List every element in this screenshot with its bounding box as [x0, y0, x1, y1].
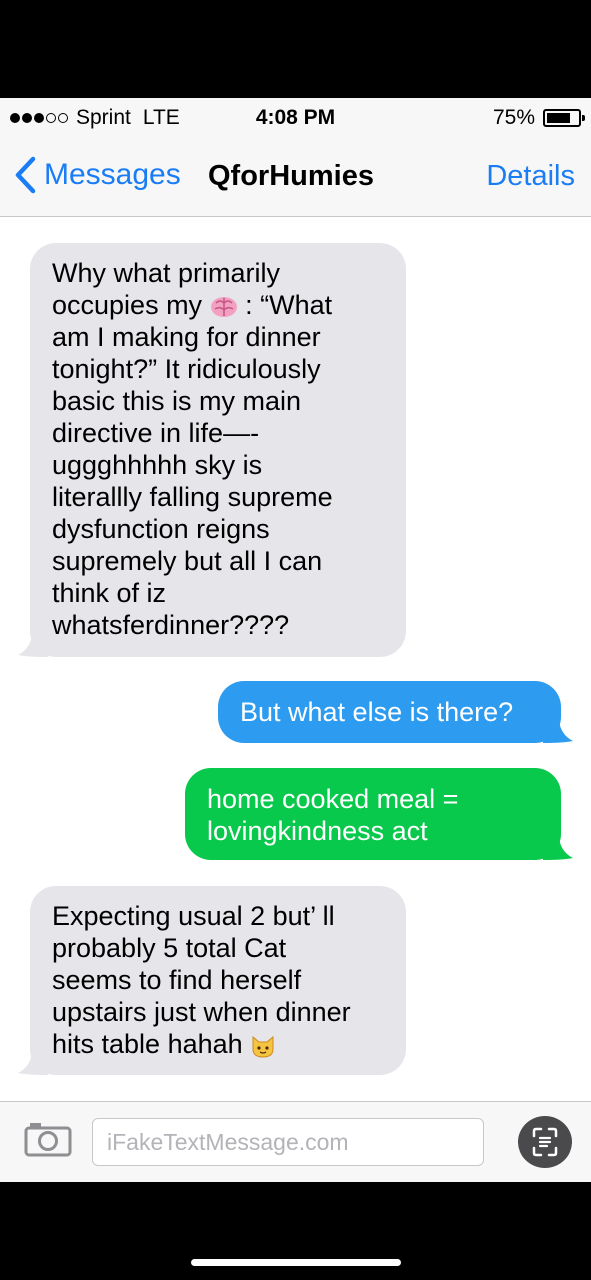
message-line: whatsferdinner????: [52, 610, 290, 640]
message-line: uggghhhhh sky is: [52, 450, 263, 480]
conversation-title: QforHumies: [208, 160, 374, 192]
status-bar: Sprint LTE 4:08 PM 75%: [0, 98, 591, 136]
phone-screen: Sprint LTE 4:08 PM 75% Messages QforHumi…: [0, 98, 591, 1182]
message-line: dysfunction reigns: [52, 514, 270, 544]
incoming-message[interactable]: Why what primarily occupies my : “What a…: [18, 243, 406, 657]
details-button[interactable]: Details: [486, 160, 575, 193]
message-line: am I making for dinner: [52, 322, 321, 352]
scan-text-button[interactable]: [518, 1116, 572, 1168]
input-placeholder: iFakeTextMessage.com: [107, 1129, 349, 1155]
message-line: Why what primarily: [52, 258, 281, 288]
bubble-tail: [18, 1053, 48, 1075]
message-line: upstairs just when dinner: [52, 997, 351, 1027]
message-line: think of iz: [52, 578, 167, 608]
brain-icon: [210, 296, 237, 317]
camera-icon[interactable]: [24, 1121, 72, 1157]
message-text: But what else is there?: [240, 697, 514, 727]
message-line: literallly falling supreme: [52, 482, 333, 512]
message-line: home cooked meal =: [207, 784, 459, 814]
message-line: tonight?” It ridiculously: [52, 354, 321, 384]
battery-info: 75%: [492, 106, 585, 130]
bubble-tail: [543, 721, 573, 743]
scan-text-icon: [532, 1127, 558, 1157]
message-line: basic this is my main: [52, 386, 302, 416]
top-black-bar: [0, 0, 591, 98]
battery-percent: 75%: [492, 106, 535, 129]
outgoing-imessage[interactable]: But what else is there?: [218, 681, 573, 743]
incoming-message[interactable]: Expecting usual 2 but’ ll probably 5 tot…: [18, 886, 406, 1075]
message-input-bar: iFakeTextMessage.com: [0, 1101, 591, 1182]
message-line: lovingkindness act: [207, 816, 428, 846]
bubble-tail: [543, 838, 573, 860]
bubble-tail: [18, 635, 48, 657]
back-button[interactable]: Messages: [14, 156, 181, 194]
chevron-left-icon: [15, 156, 36, 194]
message-input[interactable]: iFakeTextMessage.com: [92, 1118, 484, 1166]
message-line: hits table hahah: [52, 1028, 386, 1060]
battery-icon: [543, 109, 585, 127]
message-line: supremely but all I can: [52, 546, 323, 576]
message-line: occupies my : “What: [52, 290, 333, 320]
home-indicator[interactable]: [191, 1259, 401, 1266]
back-label: Messages: [44, 158, 181, 191]
message-line: Expecting usual 2 but’ ll: [52, 901, 335, 931]
message-line: probably 5 total Cat: [52, 933, 287, 963]
message-line: directive in life—-: [52, 418, 260, 448]
cat-face-icon: [252, 1035, 274, 1058]
navigation-bar: Messages QforHumies Details: [0, 136, 591, 217]
outgoing-sms[interactable]: home cooked meal = lovingkindness act: [185, 768, 573, 860]
message-line: seems to find herself: [52, 965, 302, 995]
